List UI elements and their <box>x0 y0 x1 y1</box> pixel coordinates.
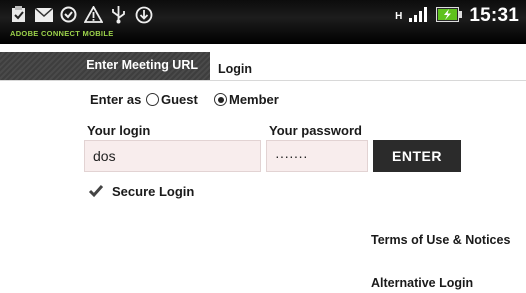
usb-icon <box>109 5 128 24</box>
network-type-label: H <box>395 10 403 22</box>
guest-radio-label[interactable]: Guest <box>161 92 198 107</box>
signal-icon <box>409 6 429 26</box>
status-bar: H 15:31 ADOBE CONNECT MOBILE <box>0 0 526 44</box>
tab-divider <box>0 80 526 81</box>
status-right: H 15:31 <box>395 5 519 27</box>
password-label: Your password <box>269 123 362 138</box>
sync-icon <box>59 5 78 24</box>
tab-bar: Enter Meeting URL Login <box>0 52 526 80</box>
clipboard-icon <box>9 5 28 24</box>
tab-enter-meeting-url[interactable]: Enter Meeting URL <box>0 52 210 80</box>
mail-icon <box>34 5 53 24</box>
login-input[interactable]: dos <box>84 140 261 172</box>
tab-login[interactable]: Login <box>210 52 261 80</box>
secure-login-label[interactable]: Secure Login <box>112 184 194 199</box>
tab-login-label: Login <box>218 62 253 76</box>
battery-charging-icon <box>436 6 463 26</box>
member-radio-label[interactable]: Member <box>229 92 279 107</box>
member-radio[interactable] <box>214 93 227 106</box>
app-brand: ADOBE CONNECT MOBILE <box>10 29 114 38</box>
warning-icon <box>84 5 103 24</box>
enter-button[interactable]: ENTER <box>373 140 461 172</box>
password-input[interactable]: ······· <box>266 140 368 172</box>
clock-time: 15:31 <box>469 5 519 26</box>
notification-icons <box>9 5 153 24</box>
enter-as-label: Enter as <box>90 92 142 107</box>
download-icon <box>134 5 153 24</box>
login-label: Your login <box>87 123 151 138</box>
tab-enter-meeting-url-label: Enter Meeting URL <box>86 58 198 72</box>
terms-of-use-link[interactable]: Terms of Use & Notices <box>371 233 510 247</box>
secure-login-checkbox[interactable] <box>88 183 104 199</box>
check-icon <box>88 185 104 198</box>
guest-radio[interactable] <box>146 93 159 106</box>
alternative-login-link[interactable]: Alternative Login <box>371 276 473 290</box>
